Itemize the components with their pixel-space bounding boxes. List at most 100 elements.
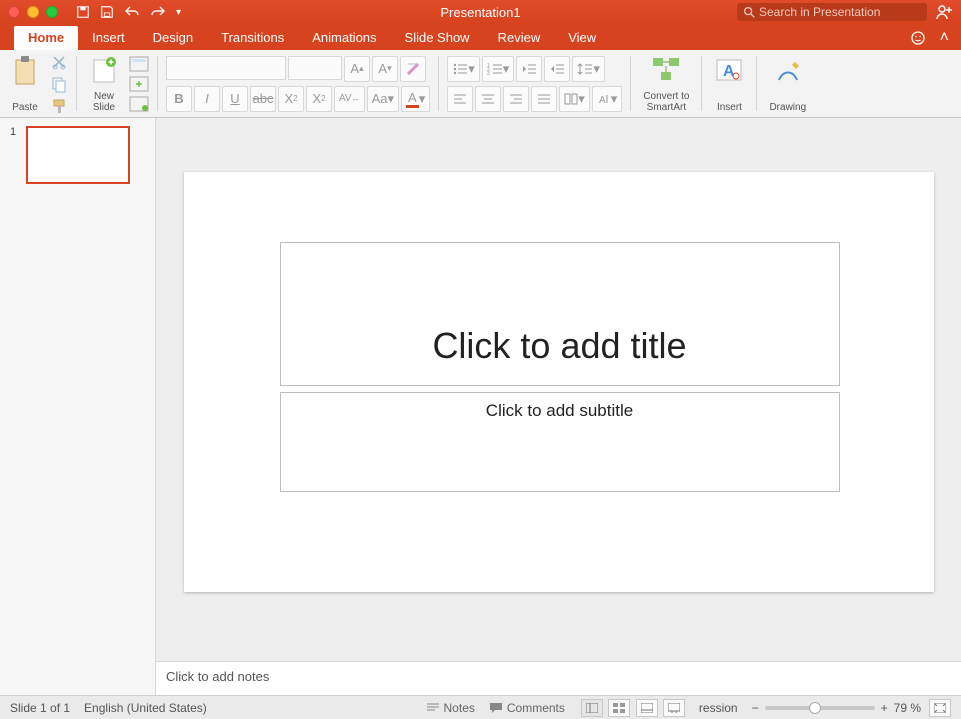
decrease-font-button[interactable]: A▾ bbox=[372, 56, 398, 82]
emoji-icon[interactable] bbox=[910, 30, 926, 46]
redo-icon[interactable] bbox=[150, 5, 166, 19]
columns-button[interactable]: ▾ bbox=[559, 86, 590, 112]
notes-pane[interactable]: Click to add notes bbox=[156, 661, 961, 695]
character-spacing-button[interactable]: AV↔ bbox=[334, 86, 365, 112]
layout-icon[interactable] bbox=[129, 56, 149, 72]
cut-icon[interactable] bbox=[50, 53, 68, 71]
notes-toggle[interactable]: Notes bbox=[426, 701, 475, 715]
ribbon-tabs: Home Insert Design Transitions Animation… bbox=[0, 24, 961, 50]
tab-review[interactable]: Review bbox=[484, 26, 555, 50]
zoom-out-button[interactable]: − bbox=[752, 701, 759, 715]
slide-count-label: Slide 1 of 1 bbox=[10, 701, 70, 715]
document-title: Presentation1 bbox=[440, 5, 520, 20]
align-right-button[interactable] bbox=[503, 86, 529, 112]
text-direction-button[interactable]: A▾ bbox=[592, 86, 623, 112]
svg-text:3: 3 bbox=[487, 71, 490, 76]
window-controls bbox=[8, 6, 58, 18]
reading-view-button[interactable] bbox=[636, 699, 658, 717]
tab-home[interactable]: Home bbox=[14, 26, 78, 50]
normal-view-button[interactable] bbox=[581, 699, 603, 717]
align-left-button[interactable] bbox=[447, 86, 473, 112]
convert-smartart-button[interactable] bbox=[649, 54, 683, 84]
save-icon[interactable] bbox=[100, 5, 114, 19]
slide-small bbox=[129, 54, 149, 113]
new-slide-button[interactable] bbox=[89, 54, 119, 88]
numbering-button[interactable]: 123▾ bbox=[482, 56, 515, 82]
smartart-group: Convert to SmartArt bbox=[639, 54, 693, 113]
search-icon bbox=[742, 5, 756, 19]
reset-icon[interactable] bbox=[129, 76, 149, 92]
zoom-level-label[interactable]: 79 % bbox=[894, 701, 921, 715]
clear-formatting-button[interactable] bbox=[400, 56, 426, 82]
subtitle-placeholder[interactable]: Click to add subtitle bbox=[280, 392, 840, 492]
drawing-label: Drawing bbox=[769, 102, 806, 113]
paste-group: Paste bbox=[6, 54, 44, 113]
close-window-button[interactable] bbox=[8, 6, 20, 18]
quick-access-toolbar: ▾ bbox=[76, 5, 181, 19]
slideshow-view-button[interactable] bbox=[663, 699, 685, 717]
font-group: A▴ A▾ B I U abc X2 X2 AV↔ Aa▾ A▾ bbox=[166, 54, 430, 113]
increase-indent-button[interactable] bbox=[544, 56, 570, 82]
svg-text:A: A bbox=[599, 95, 606, 105]
change-case-button[interactable]: Aa▾ bbox=[367, 86, 399, 112]
comments-toggle[interactable]: Comments bbox=[489, 701, 565, 715]
notes-toggle-label: Notes bbox=[444, 701, 475, 715]
zoom-slider[interactable] bbox=[765, 706, 875, 710]
collapse-ribbon-icon[interactable]: ˄ bbox=[940, 29, 949, 47]
copy-icon[interactable] bbox=[50, 75, 68, 93]
tab-animations[interactable]: Animations bbox=[298, 26, 390, 50]
underline-button[interactable]: U bbox=[222, 86, 248, 112]
minimize-window-button[interactable] bbox=[27, 6, 39, 18]
bold-button[interactable]: B bbox=[166, 86, 192, 112]
justify-button[interactable] bbox=[531, 86, 557, 112]
strikethrough-button[interactable]: abc bbox=[250, 86, 276, 112]
slide-canvas[interactable]: Click to add title Click to add subtitle bbox=[184, 172, 934, 592]
tab-design[interactable]: Design bbox=[139, 26, 207, 50]
maximize-window-button[interactable] bbox=[46, 6, 58, 18]
section-icon[interactable] bbox=[129, 96, 149, 112]
clipboard-small bbox=[50, 54, 68, 113]
canvas-area[interactable]: Click to add title Click to add subtitle bbox=[156, 118, 961, 661]
zoom-in-button[interactable]: + bbox=[881, 701, 888, 715]
subscript-button[interactable]: X2 bbox=[306, 86, 332, 112]
title-placeholder[interactable]: Click to add title bbox=[280, 242, 840, 386]
share-icon[interactable] bbox=[935, 4, 953, 20]
thumbnail-item[interactable]: 1 bbox=[10, 126, 145, 184]
subtitle-placeholder-text: Click to add subtitle bbox=[486, 401, 633, 421]
align-center-button[interactable] bbox=[475, 86, 501, 112]
increase-font-button[interactable]: A▴ bbox=[344, 56, 370, 82]
language-label[interactable]: English (United States) bbox=[84, 701, 207, 715]
paragraph-group: ▾ 123▾ ▾ ▾ A▾ bbox=[447, 54, 622, 113]
comments-toggle-label: Comments bbox=[507, 701, 565, 715]
tab-slideshow[interactable]: Slide Show bbox=[391, 26, 484, 50]
font-family-select[interactable] bbox=[166, 56, 286, 80]
thumbnail-number: 1 bbox=[10, 126, 20, 184]
autosave-icon[interactable] bbox=[76, 5, 90, 19]
drawing-group: Drawing bbox=[765, 54, 810, 113]
italic-button[interactable]: I bbox=[194, 86, 220, 112]
search-input[interactable] bbox=[737, 3, 927, 21]
line-spacing-button[interactable]: ▾ bbox=[572, 56, 605, 82]
drawing-button[interactable] bbox=[773, 54, 803, 88]
paste-label: Paste bbox=[12, 102, 38, 113]
tab-view[interactable]: View bbox=[554, 26, 610, 50]
tab-insert[interactable]: Insert bbox=[78, 26, 139, 50]
sorter-view-button[interactable] bbox=[608, 699, 630, 717]
fit-to-window-button[interactable] bbox=[929, 699, 951, 717]
font-color-button[interactable]: A▾ bbox=[401, 86, 430, 112]
decrease-indent-button[interactable] bbox=[516, 56, 542, 82]
thumbnail-preview[interactable] bbox=[26, 126, 130, 184]
undo-icon[interactable] bbox=[124, 5, 140, 19]
insert-button[interactable]: A bbox=[714, 54, 744, 88]
zoom-controls: − + 79 % bbox=[752, 699, 951, 717]
font-size-select[interactable] bbox=[288, 56, 342, 80]
new-slide-group: New Slide bbox=[85, 54, 123, 113]
tab-transitions[interactable]: Transitions bbox=[207, 26, 298, 50]
bullets-button[interactable]: ▾ bbox=[447, 56, 480, 82]
ribbon: Paste New Slide A▴ A▾ B I U abc X2 X2 AV… bbox=[0, 50, 961, 118]
qat-customize-icon[interactable]: ▾ bbox=[176, 7, 181, 18]
superscript-button[interactable]: X2 bbox=[278, 86, 304, 112]
slide-thumbnails-panel: 1 bbox=[0, 118, 156, 695]
paste-button[interactable] bbox=[10, 54, 40, 88]
format-painter-icon[interactable] bbox=[50, 97, 68, 115]
